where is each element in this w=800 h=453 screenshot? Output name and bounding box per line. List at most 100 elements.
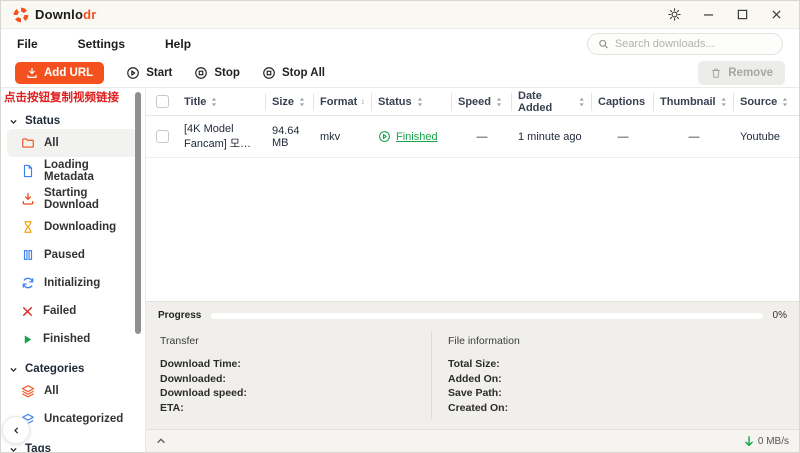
sidebar-section-status[interactable]: Status [9, 115, 137, 127]
sidebar-item-label: All [44, 385, 59, 397]
select-all-cell [146, 93, 178, 111]
column-header-status[interactable]: Status [372, 93, 452, 111]
sidebar-item-loading-metadata[interactable]: Loading Metadata [7, 157, 139, 185]
add-url-button[interactable]: Add URL [15, 62, 104, 84]
sidebar-item-label: All [44, 137, 59, 149]
sort-icon [210, 97, 218, 107]
sidebar-collapse-button[interactable] [2, 416, 30, 444]
start-button[interactable]: Start [126, 66, 172, 80]
arrow-down-icon [744, 436, 754, 447]
transfer-downloaded: Downloaded: [160, 372, 421, 387]
remove-button[interactable]: Remove [698, 61, 785, 85]
chevron-down-icon [9, 445, 18, 453]
progress-row: Progress 0% [146, 302, 799, 325]
start-label: Start [146, 67, 172, 79]
stop-all-label: Stop All [282, 67, 325, 79]
sort-icon [720, 97, 727, 107]
sort-icon [781, 97, 789, 107]
play-icon [21, 333, 34, 346]
maximize-button[interactable] [727, 4, 757, 26]
column-header-thumbnail[interactable]: Thumbnail [654, 93, 734, 111]
sidebar-item-all-status[interactable]: All [7, 129, 139, 157]
sidebar-section-categories[interactable]: Categories [9, 363, 137, 375]
file-info-section: File information Total Size: Added On: S… [432, 331, 799, 419]
column-header-title[interactable]: Title [178, 93, 266, 111]
sidebar-item-downloading[interactable]: Downloading [7, 213, 139, 241]
row-select-cell [146, 130, 178, 143]
column-header-speed[interactable]: Speed [452, 93, 512, 111]
close-button[interactable] [761, 4, 791, 26]
sidebar-item-starting-download[interactable]: Starting Download [7, 185, 139, 213]
row-size: 94.64 MB [266, 125, 314, 149]
chevron-up-icon[interactable] [156, 437, 166, 445]
column-header-captions[interactable]: Captions [592, 93, 654, 111]
network-speed-value: 0 MB/s [758, 436, 789, 447]
file-info-title: File information [448, 335, 789, 347]
remove-label: Remove [728, 67, 773, 79]
search-box[interactable] [587, 33, 783, 55]
section-title: Status [25, 115, 60, 127]
sidebar-scrollbar[interactable] [135, 92, 141, 334]
sidebar-item-paused[interactable]: Paused [7, 241, 139, 269]
sidebar-item-label: Downloading [44, 221, 116, 233]
trash-icon [710, 67, 722, 79]
sidebar-item-label: Starting Download [44, 187, 135, 211]
file-info-save-path: Save Path: [448, 386, 789, 401]
sort-icon [416, 97, 424, 107]
row-status-link[interactable]: Finished [396, 131, 438, 143]
column-header-source[interactable]: Source [734, 93, 799, 111]
transfer-section: Transfer Download Time: Downloaded: Down… [146, 331, 432, 419]
sidebar-item-initializing[interactable]: Initializing [7, 269, 139, 297]
sort-icon [578, 97, 585, 107]
column-header-size[interactable]: Size [266, 93, 314, 111]
select-all-checkbox[interactable] [156, 95, 169, 108]
add-url-label: Add URL [44, 67, 93, 79]
network-speed: 0 MB/s [744, 436, 789, 447]
layers-icon [21, 384, 35, 398]
stop-button[interactable]: Stop [194, 66, 240, 80]
transfer-download-time: Download Time: [160, 357, 421, 372]
section-title: Tags [25, 443, 51, 452]
chevron-down-icon [9, 117, 18, 126]
main-content: Title Size Format Status Speed [146, 88, 799, 452]
sidebar-item-label: Initializing [44, 277, 100, 289]
transfer-title: Transfer [160, 335, 421, 347]
column-header-date-added[interactable]: Date Added [512, 93, 592, 111]
minimize-button[interactable] [693, 4, 723, 26]
sidebar-note: 点击按钮复制视频链接 [1, 88, 145, 105]
row-source: Youtube [734, 131, 799, 143]
sidebar-item-label: Loading Metadata [44, 159, 135, 183]
details-columns: Transfer Download Time: Downloaded: Down… [146, 325, 799, 429]
menu-help[interactable]: Help [165, 37, 191, 51]
file-icon [21, 164, 35, 178]
stop-label: Stop [214, 67, 240, 79]
table-row[interactable]: [4K Model Fancam] 모델 … 94.64 MB mkv Fini… [146, 116, 799, 158]
progress-bar [211, 313, 762, 319]
menubar: File Settings Help [1, 29, 799, 59]
search-input[interactable] [615, 38, 772, 50]
sidebar-item-failed[interactable]: Failed [7, 297, 139, 325]
menu-settings[interactable]: Settings [78, 37, 125, 51]
download-icon [26, 67, 38, 79]
row-captions: — [592, 131, 654, 143]
table-empty-area [146, 158, 799, 301]
transfer-eta: ETA: [160, 401, 421, 416]
play-circle-icon [126, 66, 140, 80]
sidebar-item-finished[interactable]: Finished [7, 325, 139, 353]
sidebar-item-all-categories[interactable]: All [7, 377, 139, 405]
app-title: Downlodr [35, 7, 97, 22]
sidebar-section-tags[interactable]: Tags [9, 443, 137, 452]
row-checkbox[interactable] [156, 130, 169, 143]
chevron-left-icon [12, 426, 21, 435]
row-format: mkv [314, 131, 372, 143]
folder-icon [21, 136, 35, 150]
sort-icon [495, 97, 503, 107]
app-title-primary: Downlo [35, 7, 83, 22]
stop-all-button[interactable]: Stop All [262, 66, 325, 80]
details-panel: Progress 0% Transfer Download Time: Down… [146, 301, 799, 429]
menu-file[interactable]: File [17, 37, 38, 51]
theme-toggle-icon[interactable] [659, 4, 689, 26]
column-header-format[interactable]: Format [314, 93, 372, 111]
hourglass-icon [21, 220, 35, 234]
refresh-icon [21, 276, 35, 290]
